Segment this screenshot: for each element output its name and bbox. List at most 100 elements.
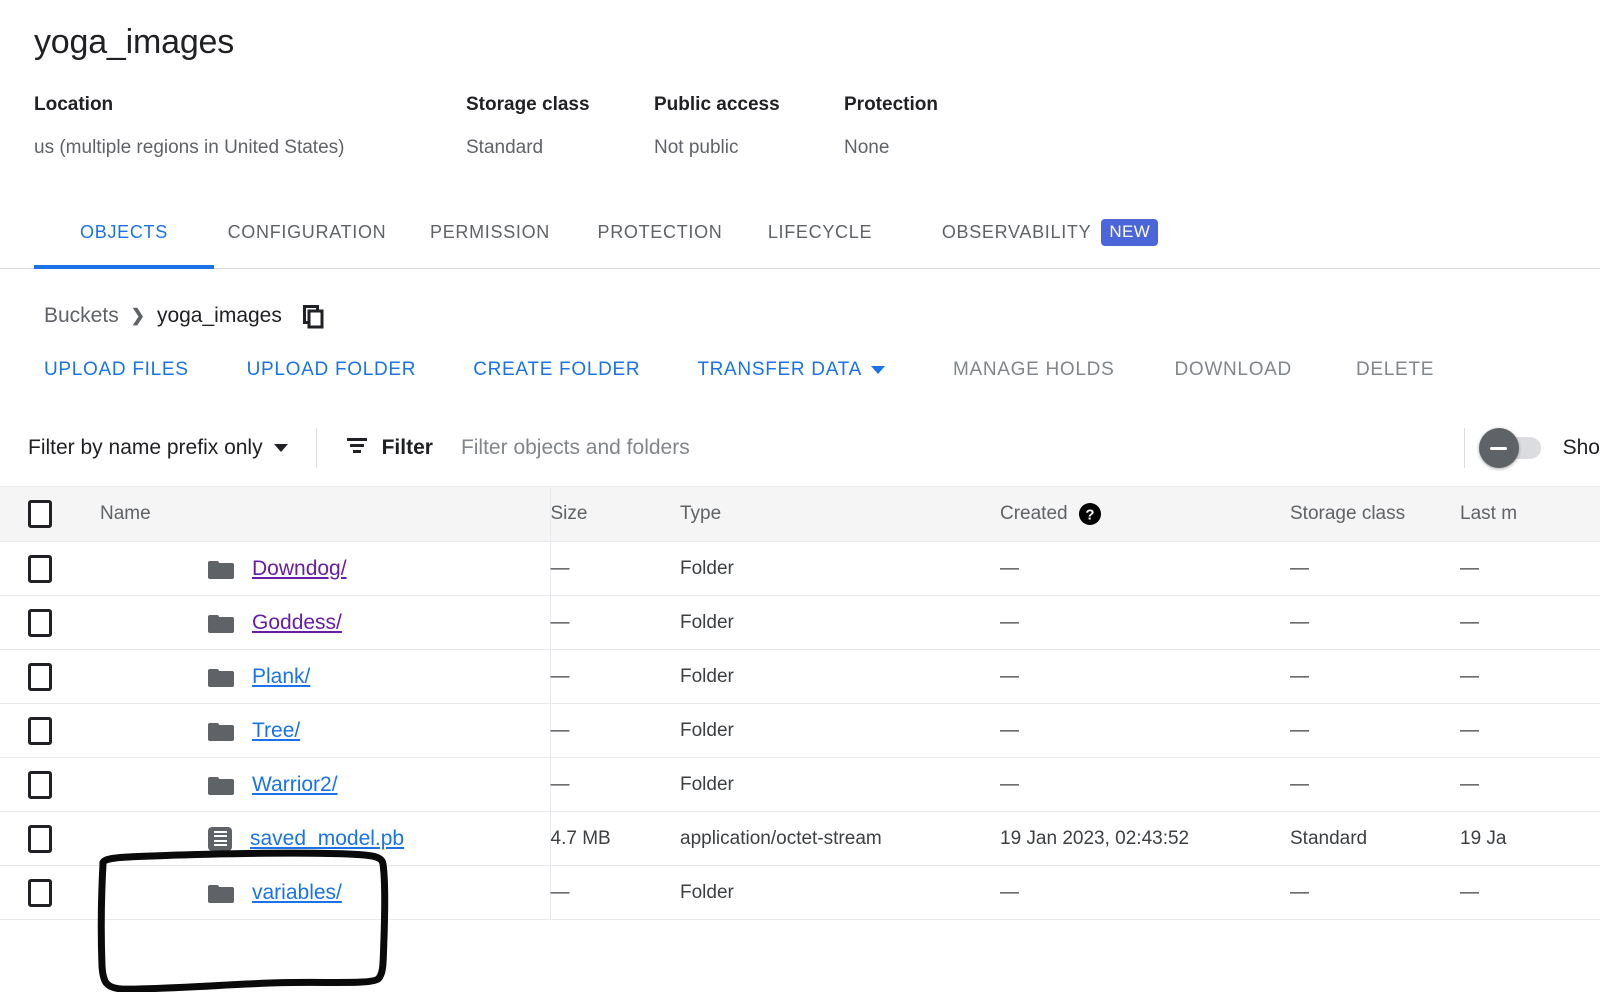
row-size: — [550,542,680,596]
row-checkbox[interactable] [28,825,52,853]
row-name-cell: Plank/ [100,650,550,704]
table-row[interactable]: Warrior2/ — Folder — — — [0,758,1600,812]
object-link[interactable]: saved_model.pb [250,827,404,851]
row-size: — [550,758,680,812]
manage-holds-button[interactable]: MANAGE HOLDS [953,359,1115,381]
tab-objects[interactable]: OBJECTS [34,213,214,268]
table-row[interactable]: Goddess/ — Folder — — — [0,596,1600,650]
folder-icon [208,721,234,741]
folder-icon [208,613,234,633]
row-checkbox[interactable] [28,879,52,907]
row-created: — [1000,650,1290,704]
upload-files-button[interactable]: UPLOAD FILES [44,359,189,381]
column-header-created[interactable]: Created ? [1000,487,1290,542]
upload-folder-button[interactable]: UPLOAD FOLDER [247,359,417,381]
chevron-right-icon: ❯ [131,306,145,326]
object-link[interactable]: Plank/ [252,665,310,689]
row-created: — [1000,542,1290,596]
row-name-cell: saved_model.pb [100,812,550,866]
table-row[interactable]: variables/ — Folder — — — [0,866,1600,920]
tab-configuration[interactable]: CONFIGURATION [214,213,400,268]
objects-table: Name Size Type Created ? [0,487,1600,920]
row-checkbox[interactable] [28,663,52,691]
chevron-down-icon [871,366,885,374]
download-button[interactable]: DOWNLOAD [1174,359,1292,381]
row-storage-class: — [1290,758,1460,812]
chevron-down-icon [274,444,288,452]
column-header-storage-class[interactable]: Storage class [1290,487,1460,542]
row-checkbox[interactable] [28,609,52,637]
select-all-checkbox[interactable] [28,500,52,528]
tab-observability[interactable]: OBSERVABILITY NEW [900,213,1200,268]
filter-bar: Filter by name prefix only Filter Sho [0,410,1600,487]
row-select-cell [0,596,100,650]
meta-public-access: Public access Not public [654,92,844,161]
folder-icon [208,775,234,795]
row-last-modified: — [1460,704,1600,758]
help-icon[interactable]: ? [1078,502,1102,526]
row-last-modified: — [1460,596,1600,650]
filter-input[interactable] [459,435,1083,461]
objects-table-body: Downdog/ — Folder — — — Goddess/ — Folde… [0,542,1600,920]
row-name-cell: Downdog/ [100,542,550,596]
row-storage-class: — [1290,650,1460,704]
minus-icon [1490,447,1507,450]
copy-icon[interactable] [300,303,326,329]
breadcrumb-buckets[interactable]: Buckets [44,304,119,328]
divider [316,428,317,468]
row-size: — [550,704,680,758]
filter-icon [345,435,369,461]
delete-label: DELETE [1356,359,1434,381]
row-size: 4.7 MB [550,812,680,866]
object-actions-toolbar: UPLOAD FILES UPLOAD FOLDER CREATE FOLDER… [0,329,1600,381]
column-header-size-label: Size [551,503,588,524]
object-link[interactable]: variables/ [252,881,342,905]
column-header-name-label: Name [100,503,151,524]
row-checkbox[interactable] [28,717,52,745]
column-header-name[interactable]: Name [100,487,550,542]
transfer-data-label: TRANSFER DATA [697,359,862,381]
breadcrumb: Buckets ❯ yoga_images [0,269,1600,329]
table-row[interactable]: saved_model.pb 4.7 MB application/octet-… [0,812,1600,866]
row-type: Folder [680,542,1000,596]
filter-prefix-mode-select[interactable]: Filter by name prefix only [28,436,288,460]
object-link[interactable]: Downdog/ [252,557,347,581]
create-folder-label: CREATE FOLDER [473,359,640,381]
row-storage-class: — [1290,542,1460,596]
column-header-size[interactable]: Size [550,487,680,542]
object-link[interactable]: Goddess/ [252,611,342,635]
row-name-cell: Goddess/ [100,596,550,650]
table-header-row: Name Size Type Created ? [0,487,1600,542]
transfer-data-button[interactable]: TRANSFER DATA [697,359,885,381]
row-select-cell [0,866,100,920]
toggle-knob [1479,428,1519,468]
row-select-cell [0,758,100,812]
row-last-modified: — [1460,866,1600,920]
breadcrumb-current: yoga_images [157,304,282,328]
table-row[interactable]: Downdog/ — Folder — — — [0,542,1600,596]
table-row[interactable]: Plank/ — Folder — — — [0,650,1600,704]
tab-lifecycle[interactable]: LIFECYCLE [740,213,900,268]
meta-location: Location us (multiple regions in United … [34,92,466,161]
page-title: yoga_images [34,22,1566,62]
meta-label-public-access: Public access [654,92,844,118]
show-deleted-toggle[interactable] [1485,437,1541,459]
column-header-last-modified[interactable]: Last m [1460,487,1600,542]
delete-button[interactable]: DELETE [1356,359,1434,381]
bucket-header: yoga_images Location us (multiple region… [0,0,1600,161]
row-type: application/octet-stream [680,812,1000,866]
filter-button[interactable]: Filter [345,435,433,461]
object-link[interactable]: Warrior2/ [252,773,338,797]
row-checkbox[interactable] [28,771,52,799]
object-link[interactable]: Tree/ [252,719,300,743]
table-row[interactable]: Tree/ — Folder — — — [0,704,1600,758]
meta-storage-class: Storage class Standard [466,92,654,161]
row-checkbox[interactable] [28,555,52,583]
row-size: — [550,866,680,920]
create-folder-button[interactable]: CREATE FOLDER [473,359,640,381]
column-header-type[interactable]: Type [680,487,1000,542]
tab-permission[interactable]: PERMISSION [400,213,580,268]
tab-protection[interactable]: PROTECTION [580,213,740,268]
row-created: — [1000,596,1290,650]
file-icon [208,827,232,851]
